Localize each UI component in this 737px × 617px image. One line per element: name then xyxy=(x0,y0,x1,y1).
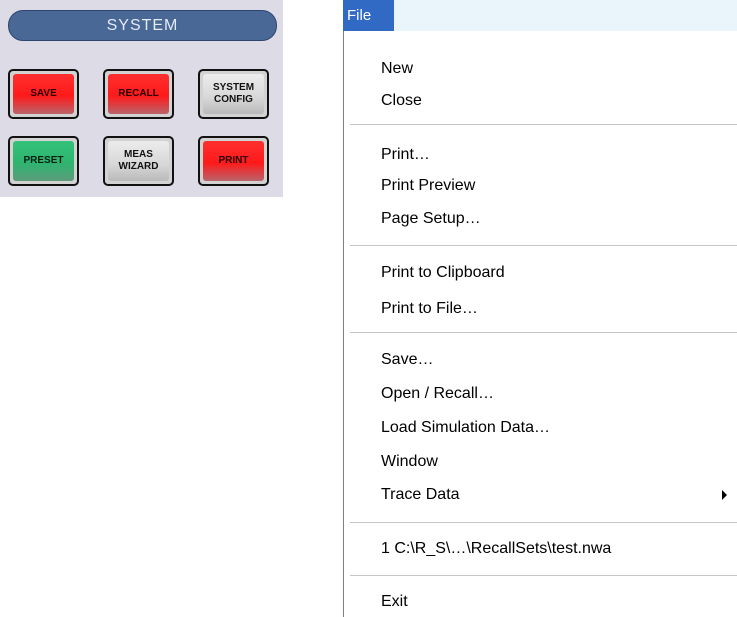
print-key-label: PRINT xyxy=(203,141,264,181)
menu-item-exit[interactable]: Exit xyxy=(381,591,731,613)
meas-wizard-key-label: MEAS WIZARD xyxy=(108,141,169,181)
menu-separator xyxy=(350,575,737,576)
menu-border xyxy=(343,31,344,617)
submenu-arrow-icon xyxy=(722,490,727,500)
menu-item-new[interactable]: New xyxy=(381,58,731,80)
menu-item-trace-data[interactable]: Trace Data xyxy=(381,484,737,506)
menu-separator xyxy=(350,124,737,125)
save-key[interactable]: SAVE xyxy=(8,69,79,119)
system-config-key-label: SYSTEM CONFIG xyxy=(203,74,264,114)
menu-item-open-recall[interactable]: Open / Recall… xyxy=(381,383,731,405)
menu-item-trace-data-label: Trace Data xyxy=(381,486,460,503)
system-config-key[interactable]: SYSTEM CONFIG xyxy=(198,69,269,119)
save-key-label: SAVE xyxy=(13,74,74,114)
menu-item-print[interactable]: Print… xyxy=(381,144,731,166)
menu-item-print-to-file[interactable]: Print to File… xyxy=(381,298,731,320)
menu-item-window[interactable]: Window xyxy=(381,451,731,473)
preset-key[interactable]: PRESET xyxy=(8,136,79,186)
menu-separator xyxy=(350,332,737,333)
menu-item-page-setup[interactable]: Page Setup… xyxy=(381,208,731,230)
file-menu: File New Close Print… Print Preview Page… xyxy=(343,0,737,617)
print-key[interactable]: PRINT xyxy=(198,136,269,186)
meas-wizard-key[interactable]: MEAS WIZARD xyxy=(103,136,174,186)
menu-item-close[interactable]: Close xyxy=(381,90,731,112)
menu-item-print-to-clipboard[interactable]: Print to Clipboard xyxy=(381,262,731,284)
menu-item-load-simulation-data[interactable]: Load Simulation Data… xyxy=(381,417,731,439)
recall-key-label: RECALL xyxy=(108,74,169,114)
menu-item-save[interactable]: Save… xyxy=(381,349,731,371)
menu-separator xyxy=(350,245,737,246)
menu-item-print-preview[interactable]: Print Preview xyxy=(381,175,731,197)
menu-separator xyxy=(350,522,737,523)
system-panel-title: SYSTEM xyxy=(8,10,277,41)
menu-bar-file[interactable]: File xyxy=(343,0,394,31)
preset-key-label: PRESET xyxy=(13,141,74,181)
menu-item-recent-file[interactable]: 1 C:\R_S\…\RecallSets\test.nwa xyxy=(381,538,731,560)
recall-key[interactable]: RECALL xyxy=(103,69,174,119)
menu-bar: File xyxy=(343,0,737,31)
system-panel: SYSTEM SAVE RECALL SYSTEM CONFIG PRESET … xyxy=(0,0,283,197)
